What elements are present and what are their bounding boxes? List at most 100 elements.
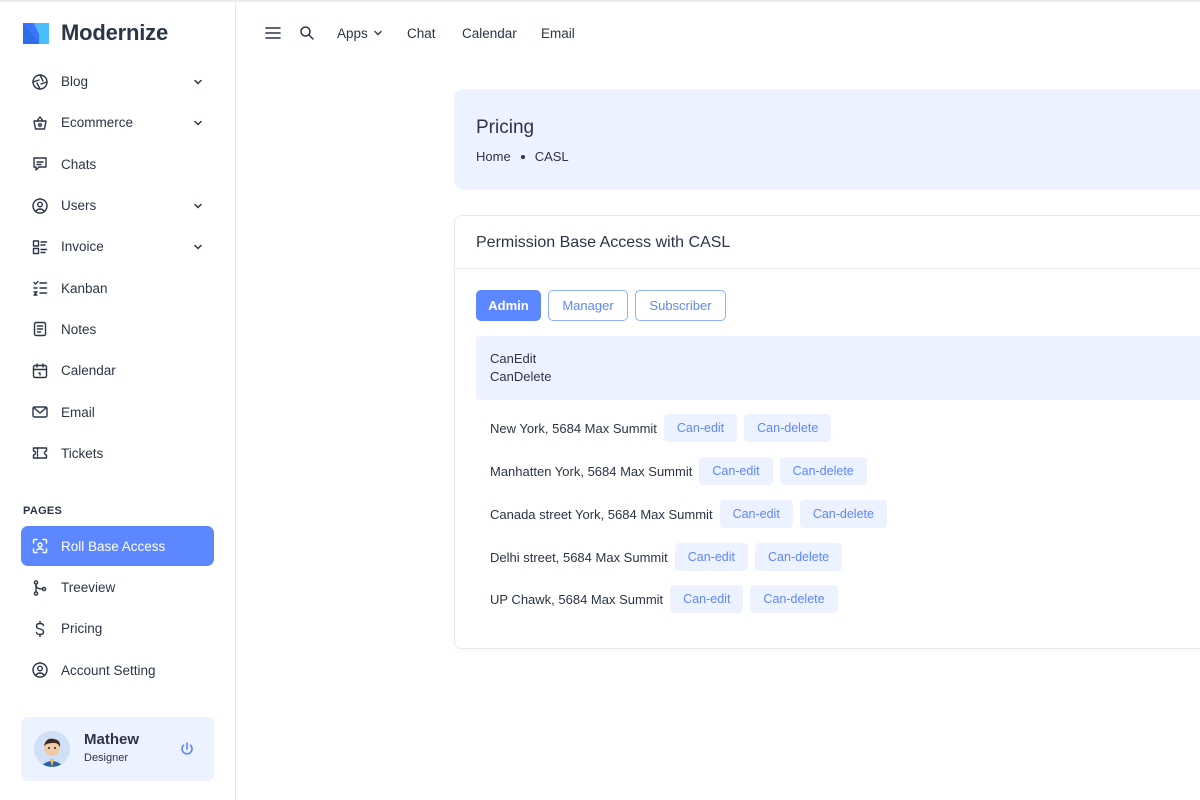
table-row: Manhatten York, 5684 Max Summit Can-edit C…: [490, 457, 874, 485]
row-address: Delhi street, 5684 Max Summit: [490, 549, 668, 565]
permission-card: Permission Base Access with CASL Admin M…: [454, 215, 1200, 649]
row-address: UP Chawk, 5684 Max Summit: [490, 591, 664, 607]
sidebar-item-email[interactable]: Email: [21, 391, 214, 432]
table-row: Delhi street, 5684 Max Summit Can-edit Can…: [490, 543, 849, 571]
permissions-box: CanEdit CanDelete: [476, 336, 1200, 400]
can-delete-button[interactable]: Can-delete: [744, 414, 832, 442]
chevron-down-icon: [192, 241, 204, 253]
notes-icon: [31, 320, 49, 338]
breadcrumb-current: CASL: [534, 149, 569, 164]
menu-toggle-icon[interactable]: [265, 26, 281, 40]
brand-logo[interactable]: Modernize: [21, 20, 168, 46]
sidebar-item-label: Email: [61, 404, 95, 420]
file-list-icon: [31, 238, 49, 256]
sidebar-item-kanban[interactable]: Kanban: [21, 267, 214, 308]
permission-can-delete: CanDelete: [490, 369, 552, 384]
table-row: UP Chawk, 5684 Max Summit Can-edit Can-del…: [490, 585, 845, 613]
sidebar-item-label: Roll Base Access: [61, 538, 166, 554]
sidebar-item-label: Treeview: [61, 580, 116, 596]
sidebar-item-label: Kanban: [61, 280, 108, 296]
sidebar-item-label: Notes: [61, 321, 97, 337]
can-edit-button[interactable]: Can-edit: [663, 414, 738, 442]
search-icon[interactable]: [299, 25, 315, 41]
row-address: Manhatten York, 5684 Max Summit: [490, 463, 693, 479]
sidebar-pages-nav: Roll Base Access Treeview Pricing Account S…: [21, 526, 214, 691]
table-row: Canada street York, 5684 Max Summit Can-e…: [490, 500, 894, 528]
sidebar-item-label: Pricing: [61, 621, 103, 637]
profile-card: Mathew Designer: [21, 717, 214, 781]
sidebar-item-label: Chats: [61, 156, 97, 172]
dollar-icon: [31, 620, 49, 638]
row-address: Canada street York, 5684 Max Summit: [490, 506, 713, 522]
chevron-down-icon: [192, 76, 204, 88]
sidebar-item-label: Users: [61, 198, 97, 214]
breadcrumb-separator: [520, 154, 525, 159]
power-icon[interactable]: [179, 741, 195, 757]
breadcrumb: Home CASL: [476, 149, 569, 164]
header-menu-calendar[interactable]: Calendar: [462, 26, 517, 41]
sidebar-nav: Blog Ecommerce Chats Users Invoice Kanban Note…: [21, 61, 214, 474]
logo-icon: [21, 20, 51, 46]
sidebar-item-notes[interactable]: Notes: [21, 309, 214, 350]
basket-icon: [31, 114, 49, 132]
page-title: Pricing: [476, 117, 535, 138]
top-header: Apps Chat Calendar Email: [237, 2, 1200, 64]
can-delete-button[interactable]: Can-delete: [799, 500, 887, 528]
sidebar-item-account-setting[interactable]: Account Setting: [21, 650, 214, 691]
can-delete-button[interactable]: Can-delete: [754, 543, 843, 571]
card-title: Permission Base Access with CASL: [476, 234, 731, 251]
sidebar-item-ecommerce[interactable]: Ecommerce: [21, 102, 214, 143]
chevron-down-icon: [373, 26, 383, 41]
role-manager-button[interactable]: Manager: [548, 290, 628, 321]
face-id-icon: [31, 537, 49, 555]
sidebar-item-roll-base-access[interactable]: Roll Base Access: [21, 526, 214, 566]
aperture-icon: [31, 73, 49, 91]
permission-can-edit: CanEdit: [490, 351, 537, 366]
can-edit-button[interactable]: Can-edit: [719, 500, 793, 528]
section-label-pages: PAGES: [23, 505, 63, 517]
can-edit-button[interactable]: Can-edit: [674, 543, 748, 571]
can-delete-button[interactable]: Can-delete: [750, 585, 838, 613]
sidebar-item-treeview[interactable]: Treeview: [21, 567, 214, 608]
sidebar-item-label: Account Setting: [61, 662, 156, 678]
breadcrumb-home[interactable]: Home: [476, 149, 511, 164]
role-admin-button[interactable]: Admin: [476, 290, 541, 321]
message-icon: [31, 155, 49, 173]
role-subscriber-button[interactable]: Subscriber: [635, 290, 726, 321]
sidebar-item-label: Blog: [61, 74, 89, 90]
calendar-icon: [31, 362, 49, 380]
chevron-down-icon: [192, 200, 204, 212]
git-merge-icon: [31, 579, 49, 597]
can-delete-button[interactable]: Can-delete: [779, 457, 867, 485]
ticket-icon: [31, 444, 49, 462]
sidebar-item-label: Ecommerce: [61, 115, 134, 131]
user-circle-icon: [31, 197, 49, 215]
header-menu-email[interactable]: Email: [541, 26, 575, 41]
sidebar-item-calendar[interactable]: Calendar: [21, 350, 214, 391]
sidebar: Modernize Blog Ecommerce Chats Users Invoice…: [0, 2, 236, 800]
avatar[interactable]: [34, 731, 70, 767]
chevron-down-icon: [192, 117, 204, 129]
sidebar-item-blog[interactable]: Blog: [21, 61, 214, 102]
profile-name: Mathew: [84, 731, 140, 748]
header-apps-label: Apps: [337, 26, 368, 41]
sidebar-item-label: Calendar: [61, 363, 116, 379]
card-divider: [455, 268, 1200, 269]
profile-role: Designer: [84, 752, 129, 764]
page-header-card: Pricing Home CASL: [454, 89, 1200, 190]
brand-name: Modernize: [61, 20, 168, 45]
sidebar-item-invoice[interactable]: Invoice: [21, 226, 214, 267]
sidebar-item-pricing[interactable]: Pricing: [21, 608, 214, 649]
sidebar-item-label: Tickets: [61, 445, 104, 461]
sidebar-item-label: Invoice: [61, 239, 104, 255]
sidebar-item-tickets[interactable]: Tickets: [21, 433, 214, 474]
user-circle-icon: [31, 661, 49, 679]
sidebar-item-users[interactable]: Users: [21, 185, 214, 226]
header-menu-chat[interactable]: Chat: [407, 26, 436, 41]
header-menu-apps[interactable]: Apps: [337, 26, 383, 41]
can-edit-button[interactable]: Can-edit: [670, 585, 744, 613]
can-edit-button[interactable]: Can-edit: [699, 457, 773, 485]
checklist-icon: [31, 279, 49, 297]
sidebar-item-chats[interactable]: Chats: [21, 144, 214, 185]
row-address: New York, 5684 Max Summit: [490, 420, 657, 436]
